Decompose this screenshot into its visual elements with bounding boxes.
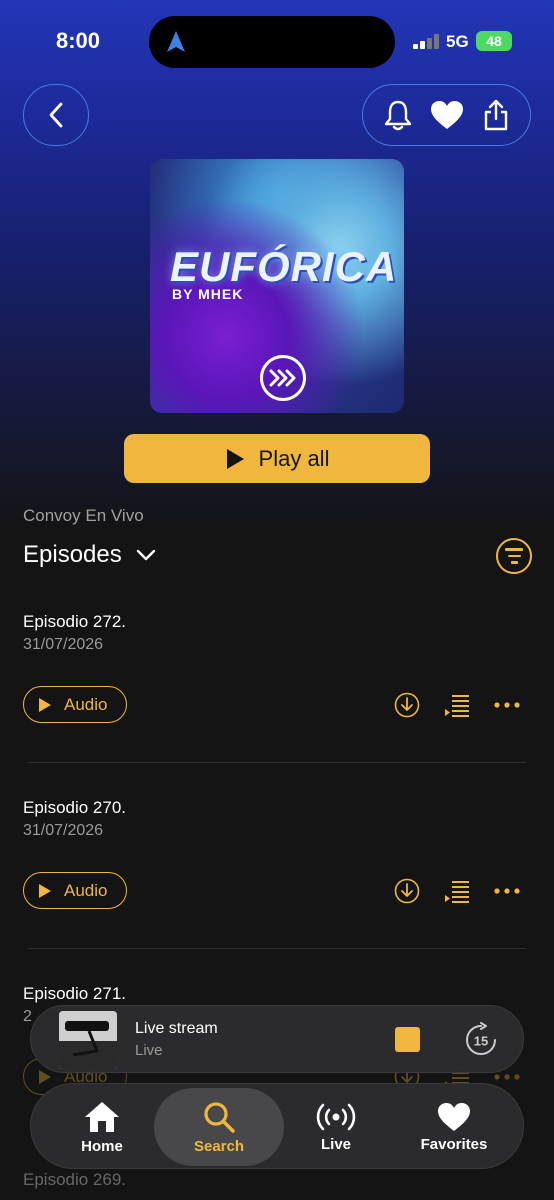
- mini-player-subtitle: Live: [135, 1042, 163, 1059]
- episode-title: Episodio 270.: [23, 798, 127, 817]
- cover-subtitle: BY MHEK: [172, 286, 244, 302]
- chevron-down-icon: [136, 549, 155, 561]
- home-icon: [85, 1101, 119, 1132]
- play-all-label: Play all: [258, 445, 330, 471]
- stop-button[interactable]: [395, 1027, 420, 1052]
- battery-icon: 48: [476, 31, 512, 51]
- divider: [28, 948, 526, 949]
- divider: [28, 762, 526, 763]
- search-icon: [204, 1101, 235, 1133]
- tab-label: Home: [81, 1137, 123, 1155]
- add-to-queue-icon[interactable]: [444, 692, 470, 718]
- live-stream-thumbnail: [59, 1011, 117, 1069]
- tab-label: Search: [193, 1137, 245, 1155]
- filter-button[interactable]: [496, 538, 532, 574]
- audio-button[interactable]: Audio: [23, 686, 127, 723]
- play-icon: [39, 1069, 51, 1084]
- audio-label: Audio: [64, 880, 108, 900]
- network-type: 5G: [446, 32, 469, 51]
- share-button[interactable]: [476, 95, 516, 135]
- tab-home[interactable]: Home: [37, 1088, 167, 1166]
- audio-label: Audio: [64, 694, 108, 714]
- mini-player[interactable]: Live stream Live 15: [30, 1005, 524, 1073]
- podcast-cover: EUFÓRICA BY MHEK: [150, 159, 404, 413]
- mini-player-title: Live stream: [135, 1020, 218, 1037]
- bell-icon: [384, 100, 411, 131]
- episode-date: 31/07/2026: [23, 636, 104, 653]
- episode-date: 31/07/2026: [23, 822, 104, 839]
- episode-title: Episodio 271.: [23, 984, 127, 1003]
- show-name: Convoy En Vivo: [23, 506, 144, 525]
- download-icon[interactable]: [394, 692, 420, 718]
- tab-bar: Home Search Live Favorites: [30, 1083, 524, 1169]
- play-icon: [226, 448, 244, 469]
- back-button[interactable]: [23, 84, 89, 146]
- play-all-button[interactable]: Play all: [124, 434, 430, 483]
- status-time: 8:00: [56, 28, 101, 53]
- more-options-icon[interactable]: [494, 692, 520, 718]
- cover-title: EUFÓRICA: [170, 243, 398, 290]
- tab-search[interactable]: Search: [154, 1088, 284, 1166]
- add-to-queue-icon[interactable]: [444, 878, 470, 904]
- play-icon: [39, 883, 51, 898]
- fast-forward-icon: [260, 355, 306, 401]
- header-actions: [362, 84, 531, 146]
- filter-icon: [505, 548, 523, 551]
- chevron-left-icon: [49, 102, 63, 128]
- tab-favorites[interactable]: Favorites: [389, 1088, 519, 1166]
- audio-button[interactable]: Audio: [23, 872, 127, 909]
- episodes-dropdown[interactable]: Episodes: [23, 541, 156, 569]
- share-icon: [484, 99, 507, 131]
- more-options-icon[interactable]: [494, 878, 520, 904]
- download-icon[interactable]: [394, 878, 420, 904]
- skip-forward-15-icon: 15: [466, 1022, 496, 1055]
- notifications-button[interactable]: [378, 95, 418, 135]
- heart-icon: [430, 101, 463, 129]
- heart-icon: [438, 1102, 470, 1131]
- episode-date: 2: [23, 1008, 32, 1025]
- favorite-button[interactable]: [427, 95, 467, 135]
- dynamic-island: [149, 16, 395, 68]
- navigation-arrow-icon: [167, 31, 185, 52]
- svg-text:15: 15: [474, 1034, 488, 1049]
- episode-title: Episodio 269.: [23, 1170, 127, 1189]
- skip-forward-button[interactable]: 15: [463, 1022, 499, 1058]
- signal-icon: [413, 33, 441, 49]
- tab-label: Favorites: [420, 1135, 488, 1153]
- broadcast-icon: [316, 1103, 356, 1130]
- section-title: Episodes: [23, 541, 122, 568]
- play-icon: [39, 697, 51, 712]
- tab-live[interactable]: Live: [271, 1088, 401, 1166]
- tab-label: Live: [320, 1135, 351, 1153]
- episode-title: Episodio 272.: [23, 612, 127, 631]
